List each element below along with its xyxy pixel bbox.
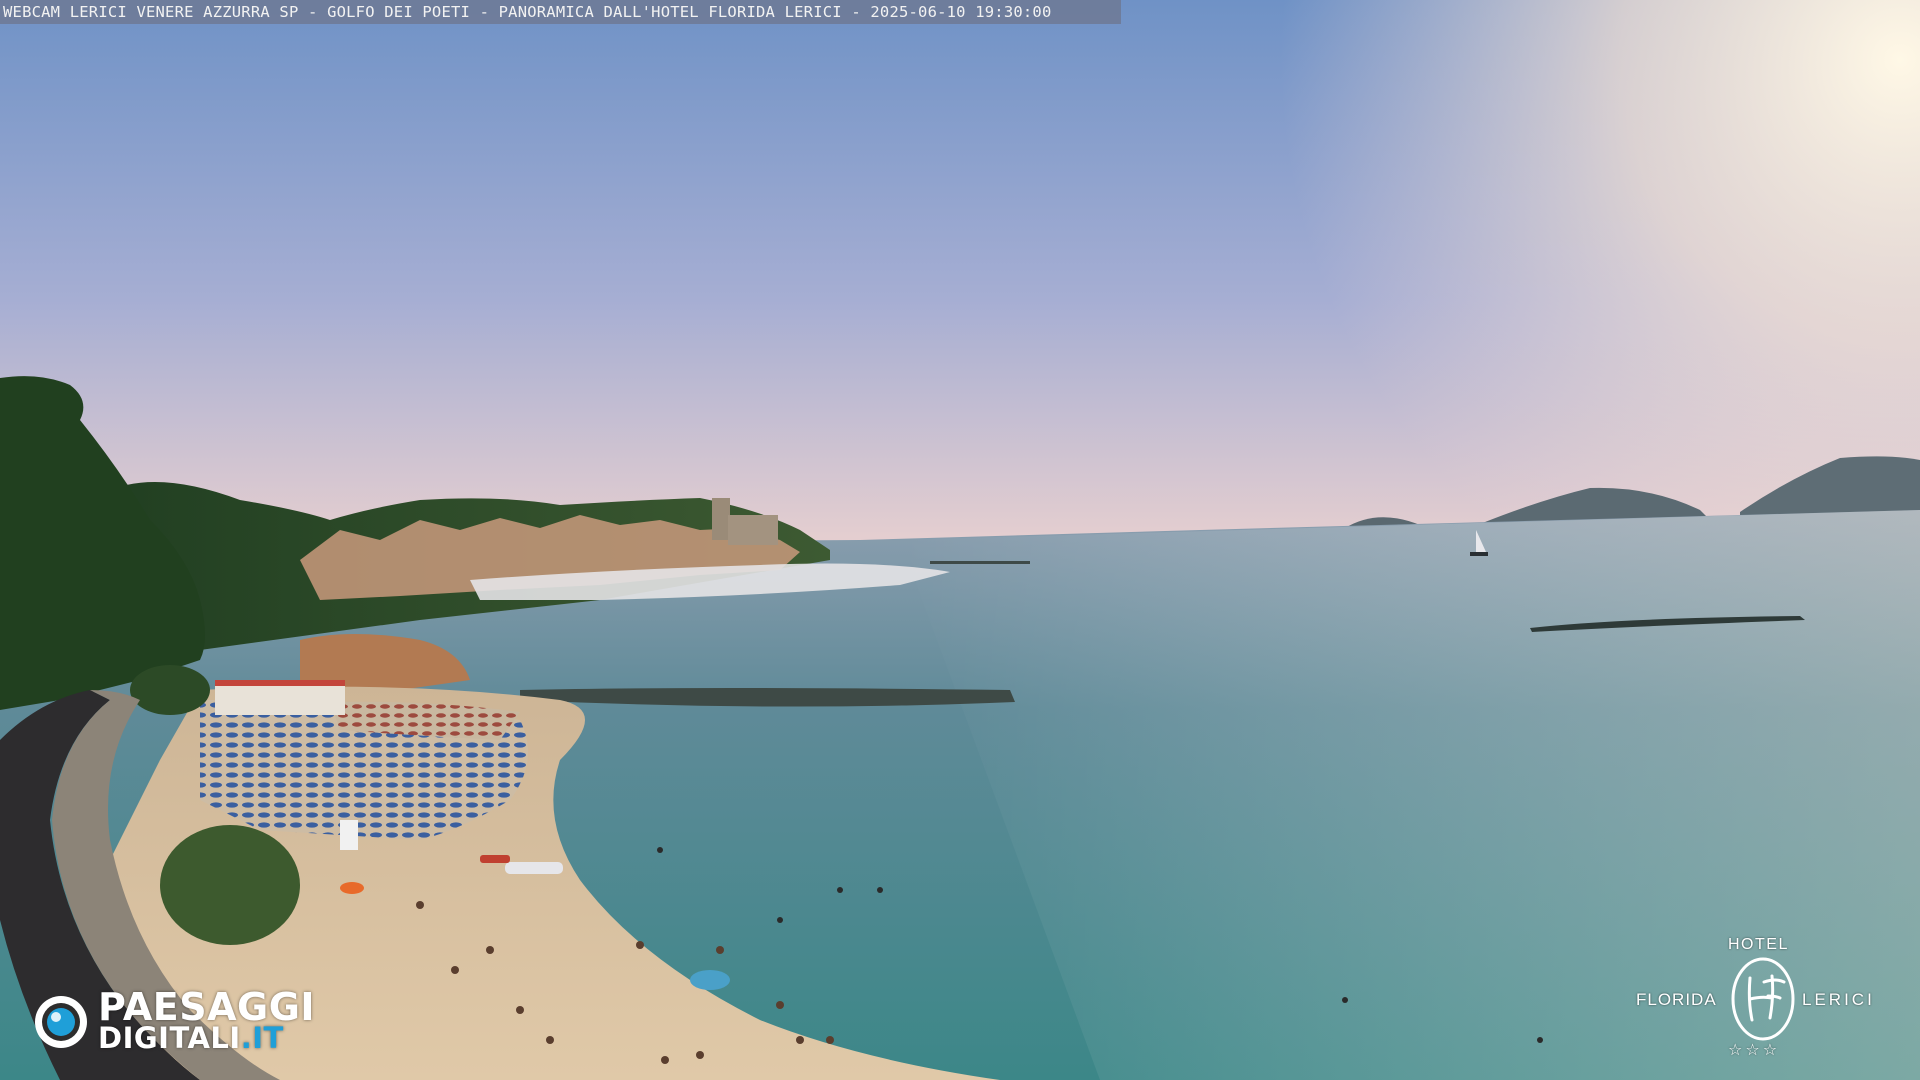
hotel-stars: ☆☆☆ (1728, 1040, 1781, 1059)
castle-wall (728, 515, 778, 545)
hotel-florida-logo: HOTEL FLORIDA LERICI ☆☆☆ (1630, 932, 1910, 1062)
marina-jetty (930, 561, 1030, 564)
beach-huts-roof (215, 680, 345, 686)
lerici-word: LERICI (1802, 990, 1875, 1009)
pedalo (505, 862, 563, 874)
hotel-word: HOTEL (1728, 936, 1789, 953)
castle (712, 498, 730, 540)
paesaggi-digitali-logo: PAESAGGI DIGITALI.IT (28, 985, 348, 1055)
orange-umbrella (340, 882, 364, 894)
beach-huts (215, 685, 345, 715)
promenade-tree (160, 825, 300, 945)
pedalo-red (480, 855, 510, 863)
hf-monogram-icon (1731, 957, 1795, 1041)
logo-text-domain: .IT (240, 1021, 284, 1055)
logo-text-digitali-main: DIGITALI (98, 1021, 241, 1055)
eye-icon (35, 996, 87, 1048)
logo-text-digitali: DIGITALI.IT (98, 1021, 284, 1055)
sun-glow (0, 0, 1920, 545)
lifeguard-tower (340, 820, 358, 850)
beach-umbrella-open (690, 970, 730, 990)
webcam-scene (0, 0, 1920, 1080)
florida-word: FLORIDA (1636, 990, 1717, 1009)
promenade-tree-2 (130, 665, 210, 715)
sailboat-hull (1470, 552, 1488, 556)
webcam-caption: WEBCAM LERICI VENERE AZZURRA SP - GOLFO … (0, 0, 1121, 24)
